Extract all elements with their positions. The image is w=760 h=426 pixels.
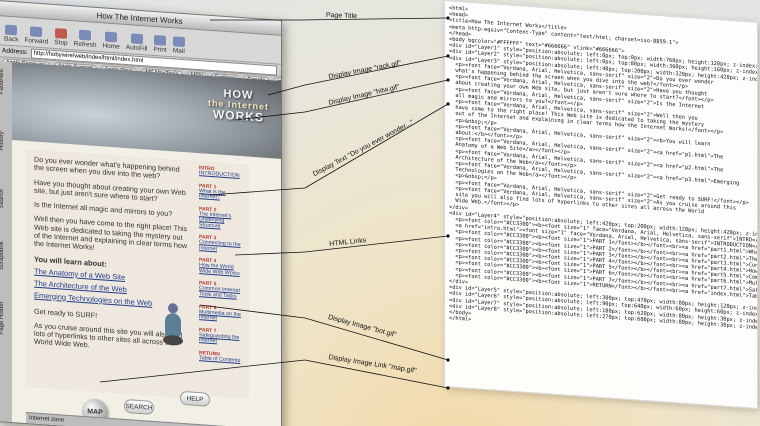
callout-line-links-2 [304,235,449,253]
callout-dot [446,386,450,390]
callout-line-wonder-2 [304,103,449,189]
callout-line-wonder [209,187,306,196]
callout-dot [446,358,450,362]
callout-line-bot [199,304,306,319]
callout-dot [446,234,450,238]
callout-dot [446,54,450,58]
callout-line-bot-2 [304,317,449,361]
stage: How The Internet Works Back Forward Stop… [0,0,760,426]
callout-line-rack [267,84,306,96]
callout-line-map [99,359,306,383]
callout-line-hitw-2 [304,79,449,113]
callout-dot [446,102,450,106]
callout-page-title: Page Title [325,12,358,21]
callout-dot [446,78,450,82]
callout-line-page-title-2 [299,17,449,21]
callout-line-links [234,251,306,256]
callout-line-hitw [234,111,306,121]
callout-dot [446,16,450,20]
